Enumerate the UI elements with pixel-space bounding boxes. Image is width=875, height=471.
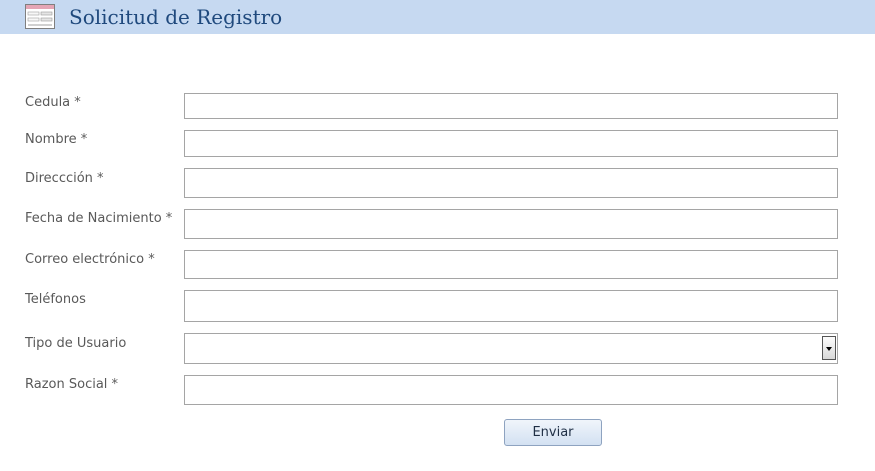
cedula-input[interactable] — [185, 94, 837, 118]
nombre-label: Nombre * — [25, 132, 88, 147]
nombre-input[interactable] — [185, 131, 837, 156]
razon-social-input[interactable] — [185, 376, 837, 404]
cedula-field[interactable] — [184, 93, 838, 119]
enviar-button[interactable]: Enviar — [504, 419, 602, 446]
page-title: Solicitud de Registro — [69, 5, 283, 29]
telefonos-label: Teléfonos — [25, 292, 86, 307]
tipo-usuario-select[interactable] — [184, 333, 838, 364]
razon-social-field[interactable] — [184, 375, 838, 405]
telefonos-input[interactable] — [185, 291, 837, 321]
fecha-nacimiento-input[interactable] — [185, 210, 837, 238]
direccion-field[interactable] — [184, 168, 838, 198]
correo-label: Correo electrónico * — [25, 252, 155, 267]
telefonos-field[interactable] — [184, 290, 838, 322]
fecha-nacimiento-field[interactable] — [184, 209, 838, 239]
direccion-input[interactable] — [185, 169, 837, 197]
correo-field[interactable] — [184, 250, 838, 279]
correo-input[interactable] — [185, 251, 837, 278]
tipo-usuario-label: Tipo de Usuario — [25, 336, 127, 351]
form-icon — [25, 4, 55, 29]
direccion-label: Direccción * — [25, 171, 104, 186]
chevron-down-icon[interactable] — [822, 336, 836, 360]
cedula-label: Cedula * — [25, 95, 81, 110]
nombre-field[interactable] — [184, 130, 838, 157]
razon-social-label: Razon Social * — [25, 377, 119, 392]
fecha-nacimiento-label: Fecha de Nacimiento * — [25, 211, 173, 226]
form-header: Solicitud de Registro — [0, 0, 875, 34]
